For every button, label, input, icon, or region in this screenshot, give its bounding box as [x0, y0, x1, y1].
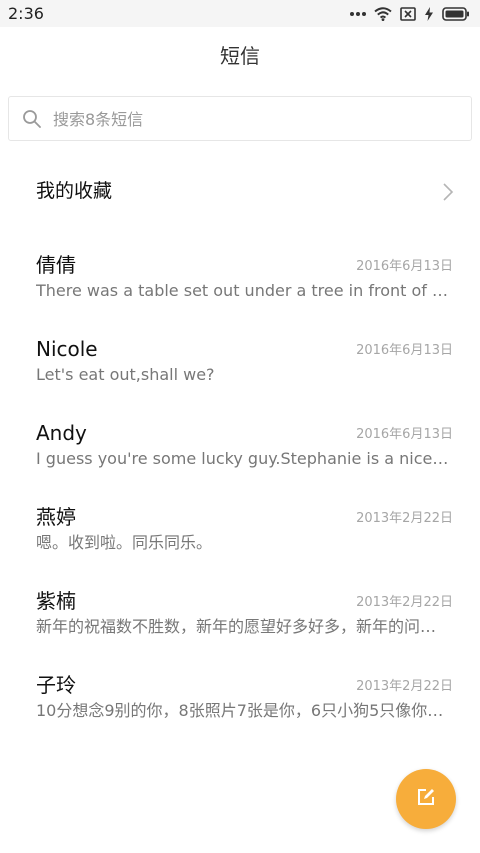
- page-title: 短信: [220, 44, 260, 68]
- message-date: 2016年6月13日: [356, 259, 453, 274]
- wifi-icon: [374, 7, 392, 21]
- status-icons: [350, 4, 470, 24]
- favorites-row[interactable]: 我的收藏: [0, 168, 480, 216]
- contact-name: 紫楠: [36, 589, 76, 613]
- message-preview: 嗯。收到啦。同乐同乐。: [36, 533, 213, 552]
- message-item[interactable]: 紫楠 2013年2月22日 新年的祝福数不胜数，新年的愿望好多好多，新年的问候送…: [0, 578, 480, 662]
- message-preview: I guess you're some lucky guy.Stephanie …: [36, 449, 450, 468]
- message-date: 2016年6月13日: [356, 427, 453, 442]
- message-date: 2013年2月22日: [356, 511, 453, 526]
- contact-name: 倩倩: [36, 253, 76, 277]
- compose-button[interactable]: [396, 769, 456, 829]
- status-time: 2:36: [8, 4, 44, 23]
- message-item[interactable]: 倩倩 2016年6月13日 There was a table set out …: [0, 242, 480, 326]
- contact-name: Nicole: [36, 337, 98, 361]
- message-preview: Let's eat out,shall we?: [36, 365, 215, 384]
- search-box[interactable]: [8, 96, 472, 141]
- edit-icon: [416, 787, 436, 811]
- message-item[interactable]: 子玲 2013年2月22日 10分想念9别的你，8张照片7张是你，6只小狗5只像…: [0, 662, 480, 746]
- favorites-label: 我的收藏: [36, 180, 113, 202]
- contact-name: 子玲: [36, 673, 76, 697]
- message-date: 2013年2月22日: [356, 679, 453, 694]
- message-preview: 新年的祝福数不胜数，新年的愿望好多好多，新年的问候送给你: [36, 617, 450, 636]
- charging-icon: [424, 7, 434, 21]
- message-date: 2013年2月22日: [356, 595, 453, 610]
- message-item[interactable]: 燕婷 2013年2月22日 嗯。收到啦。同乐同乐。: [0, 494, 480, 578]
- message-list: 倩倩 2016年6月13日 There was a table set out …: [0, 242, 480, 746]
- no-sim-icon: [400, 7, 416, 21]
- message-item[interactable]: Nicole 2016年6月13日 Let's eat out,shall we…: [0, 326, 480, 410]
- battery-icon: [442, 7, 470, 21]
- search-input[interactable]: [53, 107, 453, 131]
- more-dots-icon: [350, 11, 366, 17]
- contact-name: 燕婷: [36, 505, 76, 529]
- message-preview: There was a table set out under a tree i…: [36, 281, 450, 300]
- chevron-right-icon: [442, 182, 454, 202]
- message-item[interactable]: Andy 2016年6月13日 I guess you're some luck…: [0, 410, 480, 494]
- message-preview: 10分想念9别的你，8张照片7张是你，6只小狗5只像你，4季常想你: [36, 701, 450, 720]
- search-icon: [22, 109, 42, 129]
- status-bar: 2:36: [0, 0, 480, 27]
- message-date: 2016年6月13日: [356, 343, 453, 358]
- contact-name: Andy: [36, 421, 87, 445]
